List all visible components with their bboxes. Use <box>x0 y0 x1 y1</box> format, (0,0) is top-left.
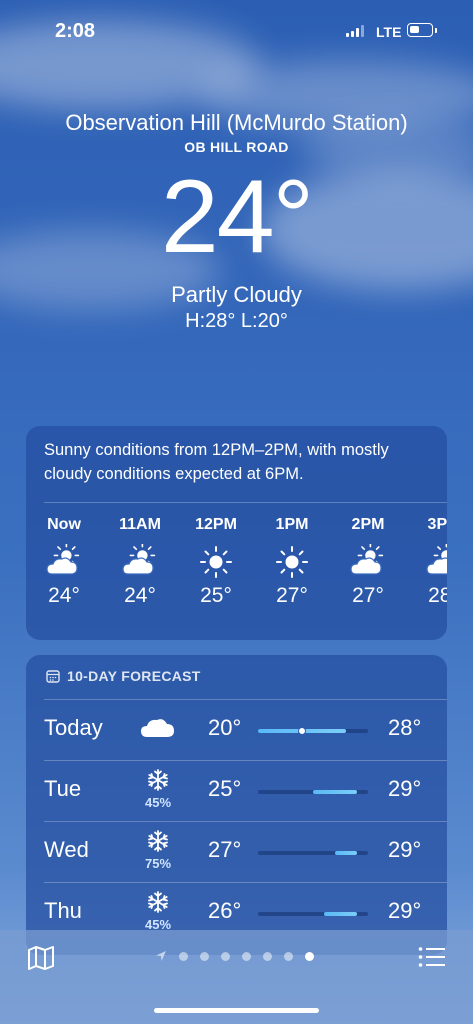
current-temp-marker <box>298 727 306 735</box>
forecast-icon-wrap <box>138 715 178 744</box>
forecast-icon-wrap: 45% <box>138 768 178 810</box>
location-name: Observation Hill (McMurdo Station) <box>65 110 408 135</box>
hourly-icon-wrap <box>34 542 94 580</box>
list-icon[interactable] <box>418 946 446 968</box>
hourly-temp: 27° <box>352 584 384 607</box>
temp-range-bar <box>258 851 368 855</box>
ten-day-forecast-card[interactable]: 10-DAY FORECAST Today 20° 28° Tue 45% 25… <box>26 655 447 955</box>
cellular-signal-icon <box>346 25 364 37</box>
hourly-time: Now <box>47 516 81 533</box>
sun-icon <box>276 546 308 578</box>
hourly-item: 2PM 27° <box>338 516 398 608</box>
temp-range-bar <box>258 912 368 916</box>
forecast-high: 29° <box>388 898 422 923</box>
hourly-time: 1PM <box>275 516 309 533</box>
temp-range-bar <box>258 727 368 735</box>
hourly-icon-wrap <box>110 542 170 580</box>
forecast-day: Wed <box>44 837 89 862</box>
status-bar: 2:08 LTE <box>0 0 473 60</box>
divider <box>44 821 447 822</box>
page-indicator[interactable] <box>155 950 314 962</box>
location-subtitle: OB HILL ROAD <box>184 139 289 155</box>
divider <box>44 699 447 700</box>
forecast-day: Thu <box>44 898 82 923</box>
hourly-icon-wrap <box>414 542 447 580</box>
partly-cloudy-icon <box>350 542 384 575</box>
cloud-icon <box>141 719 174 737</box>
hourly-time: 3PM <box>427 516 447 533</box>
forecast-day: Tue <box>44 776 82 801</box>
page-dot[interactable] <box>221 951 230 961</box>
divider <box>44 882 447 883</box>
snowflake-icon <box>148 891 168 913</box>
hourly-item: 3PM 28° <box>414 516 447 608</box>
forecast-row[interactable]: Tue 45% 25° 29° <box>26 760 447 820</box>
hourly-summary: Sunny conditions from 12PM–2PM, with mos… <box>44 441 389 483</box>
forecast-icon-wrap: 45% <box>138 890 178 932</box>
temp-range-fill <box>335 851 357 855</box>
temp-range-fill <box>313 790 357 794</box>
current-temperature: 24° <box>160 159 314 275</box>
divider <box>44 760 447 761</box>
ten-day-title: 10-DAY FORECAST <box>67 668 201 684</box>
precip-chance: 45% <box>144 795 172 810</box>
status-time: 2:08 <box>55 20 96 42</box>
divider <box>44 502 447 503</box>
temp-range-bar <box>258 790 368 794</box>
forecast-icon-wrap: 75% <box>138 829 178 871</box>
hourly-time: 2PM <box>351 516 385 533</box>
calendar-icon <box>46 670 60 683</box>
hourly-temp: 27° <box>276 584 308 607</box>
partly-cloudy-icon <box>46 542 80 575</box>
forecast-row[interactable]: Today 20° 28° <box>26 699 447 759</box>
hourly-item: Now 24° <box>34 516 94 608</box>
hourly-icon-wrap <box>262 544 322 580</box>
hourly-temp: 25° <box>200 584 232 607</box>
hourly-temp: 28° <box>428 584 447 607</box>
map-icon[interactable] <box>27 946 55 970</box>
page-dot[interactable] <box>242 951 251 961</box>
temp-range-fill <box>324 912 357 916</box>
hourly-icon-wrap <box>186 544 246 580</box>
forecast-low: 20° <box>208 715 242 740</box>
current-condition: Partly Cloudy <box>171 282 302 307</box>
high-low-temps: H:28° L:20° <box>185 310 288 332</box>
location-arrow-icon <box>156 951 166 961</box>
page-dot[interactable] <box>179 951 188 961</box>
hourly-icon-wrap <box>338 542 398 580</box>
hourly-item: 1PM 27° <box>262 516 322 608</box>
hourly-item: 11AM 24° <box>110 516 170 608</box>
forecast-day: Today <box>44 715 103 740</box>
hourly-temp: 24° <box>48 584 80 607</box>
hourly-time: 12PM <box>195 516 237 533</box>
partly-cloudy-icon <box>122 542 156 575</box>
forecast-low: 26° <box>208 898 242 923</box>
precip-chance: 75% <box>144 856 172 871</box>
forecast-low: 27° <box>208 837 242 862</box>
forecast-high: 29° <box>388 776 422 801</box>
network-type: LTE <box>376 24 402 40</box>
snowflake-icon <box>148 830 168 852</box>
forecast-row[interactable]: Wed 75% 27° 29° <box>26 821 447 881</box>
page-dot[interactable] <box>305 951 314 961</box>
hourly-item: 12PM 25° <box>186 516 246 608</box>
partly-cloudy-icon <box>426 542 447 575</box>
page-dot[interactable] <box>263 951 272 961</box>
hourly-temp: 24° <box>124 584 156 607</box>
sun-icon <box>200 546 232 578</box>
forecast-high: 28° <box>388 715 422 740</box>
page-dot[interactable] <box>200 951 209 961</box>
page-dot[interactable] <box>284 951 293 961</box>
hourly-time: 11AM <box>119 516 161 533</box>
home-indicator[interactable] <box>154 1008 319 1013</box>
snowflake-icon <box>148 769 168 791</box>
forecast-high: 29° <box>388 837 422 862</box>
forecast-low: 25° <box>208 776 242 801</box>
battery-icon <box>407 23 437 37</box>
ten-day-header: 10-DAY FORECAST <box>46 668 201 684</box>
hourly-forecast-card[interactable]: Sunny conditions from 12PM–2PM, with mos… <box>26 426 447 640</box>
